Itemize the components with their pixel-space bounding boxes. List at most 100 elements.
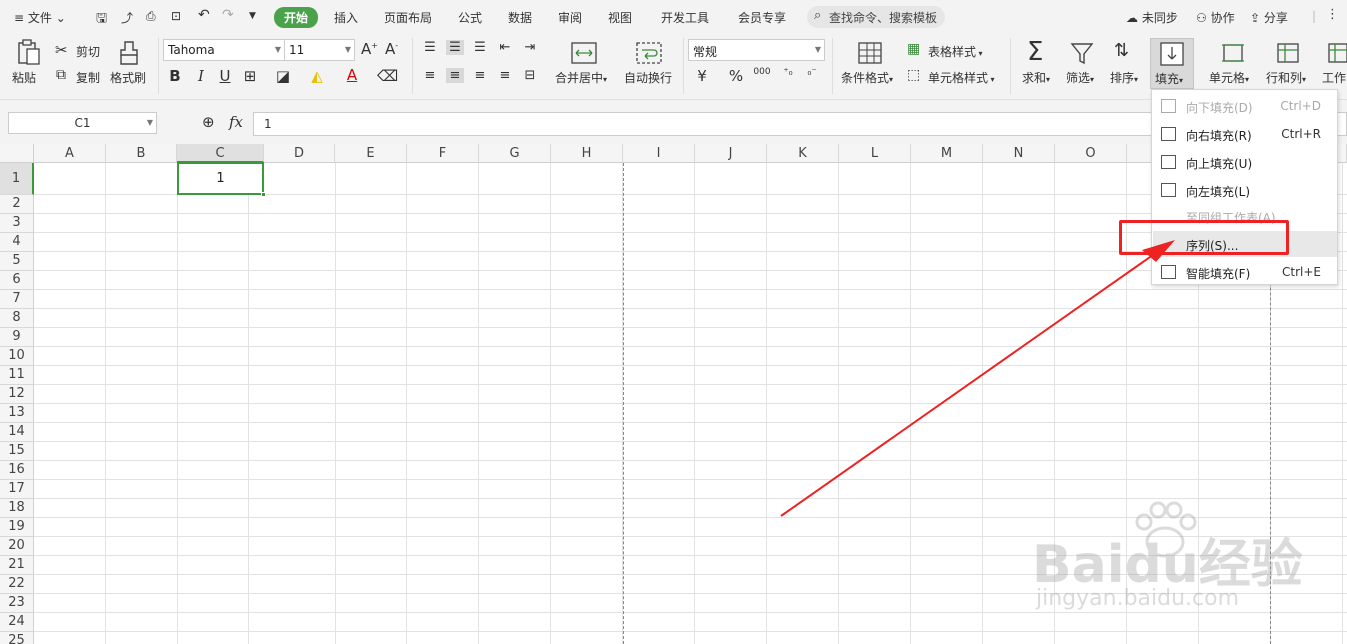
- sum-button[interactable]: 求和▾: [1022, 69, 1050, 86]
- align-bottom-icon[interactable]: ☰: [471, 40, 489, 55]
- paste-icon[interactable]: [17, 39, 41, 67]
- column-header[interactable]: L: [839, 144, 911, 163]
- quick-access-dropdown-icon[interactable]: ▼: [249, 11, 256, 21]
- eraser-icon[interactable]: ⌫: [377, 67, 398, 85]
- row-header[interactable]: 2: [0, 195, 34, 214]
- fill-right-item[interactable]: 向右填充(R) Ctrl+R: [1153, 121, 1337, 147]
- cell-style-button[interactable]: 单元格样式 ▾: [928, 69, 995, 86]
- font-name-select[interactable]: Tahoma ▼: [163, 39, 285, 61]
- share-button[interactable]: ⇪ 分享: [1250, 9, 1288, 26]
- merge-center-icon[interactable]: [571, 42, 597, 64]
- column-header[interactable]: H: [551, 144, 623, 163]
- row-header[interactable]: 20: [0, 537, 34, 556]
- filter-button[interactable]: 筛选▾: [1066, 69, 1094, 86]
- zoom-search-icon[interactable]: ⊕: [202, 113, 215, 131]
- row-header[interactable]: 22: [0, 575, 34, 594]
- sort-button[interactable]: 排序▾: [1110, 69, 1138, 86]
- tab-home[interactable]: 开始: [274, 7, 319, 28]
- column-header[interactable]: C: [177, 144, 264, 163]
- distribute-icon[interactable]: ⊟: [521, 68, 539, 83]
- increase-decimal-icon[interactable]: ⁺₀: [779, 67, 797, 78]
- tab-formulas[interactable]: 公式: [458, 9, 482, 26]
- column-header[interactable]: I: [623, 144, 695, 163]
- row-header[interactable]: 23: [0, 594, 34, 613]
- row-header[interactable]: 3: [0, 214, 34, 233]
- underline-button[interactable]: U: [216, 67, 234, 85]
- tab-page-layout[interactable]: 页面布局: [384, 9, 432, 26]
- fill-left-item[interactable]: 向左填充(L): [1153, 177, 1337, 203]
- indent-increase-icon[interactable]: ⇥: [521, 40, 539, 55]
- indent-decrease-icon[interactable]: ⇤: [496, 40, 514, 55]
- align-center-icon[interactable]: ≡: [446, 68, 464, 83]
- row-header[interactable]: 14: [0, 423, 34, 442]
- sort-icon[interactable]: ⇅: [1114, 40, 1129, 61]
- thousands-button[interactable]: 000: [752, 67, 772, 77]
- copy-icon[interactable]: ⧉: [56, 67, 66, 83]
- font-size-select[interactable]: 11 ▼: [284, 39, 355, 61]
- flash-fill-item[interactable]: 智能填充(F) Ctrl+E: [1153, 259, 1337, 285]
- rows-cols-icon[interactable]: [1276, 42, 1300, 64]
- increase-font-icon[interactable]: A+: [361, 40, 378, 58]
- row-header[interactable]: 9: [0, 328, 34, 347]
- tab-data[interactable]: 数据: [508, 9, 532, 26]
- decrease-font-icon[interactable]: A-: [385, 40, 398, 58]
- undo-icon[interactable]: ↶: [198, 7, 210, 23]
- align-left-icon[interactable]: ≡: [421, 68, 439, 83]
- tab-review[interactable]: 审阅: [558, 9, 582, 26]
- tab-insert[interactable]: 插入: [334, 9, 358, 26]
- column-header[interactable]: E: [335, 144, 407, 163]
- copy-button[interactable]: 复制: [76, 69, 100, 86]
- row-header[interactable]: 18: [0, 499, 34, 518]
- save-icon[interactable]: 🖫: [96, 9, 107, 31]
- sync-status[interactable]: ☁ 未同步: [1126, 9, 1178, 26]
- worksheet-button[interactable]: 工作: [1322, 69, 1346, 86]
- cell-style-icon[interactable]: ⬚: [907, 67, 920, 83]
- row-header[interactable]: 8: [0, 309, 34, 328]
- collab-button[interactable]: ⚇ 协作: [1196, 9, 1235, 26]
- column-header[interactable]: G: [479, 144, 551, 163]
- fill-button[interactable]: 填充▾: [1150, 38, 1194, 89]
- justify-icon[interactable]: ≡: [496, 68, 514, 83]
- filter-icon[interactable]: [1070, 42, 1094, 66]
- merge-center-button[interactable]: 合并居中▾: [555, 69, 607, 86]
- column-header[interactable]: A: [34, 144, 106, 163]
- row-header[interactable]: 17: [0, 480, 34, 499]
- row-header[interactable]: 16: [0, 461, 34, 480]
- print-preview-icon[interactable]: ⊡: [171, 9, 181, 23]
- cut-button[interactable]: 剪切: [76, 43, 100, 60]
- table-style-button[interactable]: 表格样式 ▾: [928, 43, 983, 60]
- fill-style-icon[interactable]: ◪: [274, 67, 292, 85]
- row-header[interactable]: 11: [0, 366, 34, 385]
- rows-cols-button[interactable]: 行和列▾: [1266, 69, 1306, 86]
- redo-icon[interactable]: ↷: [222, 7, 234, 23]
- row-header[interactable]: 13: [0, 404, 34, 423]
- format-painter-button[interactable]: 格式刷: [110, 69, 146, 86]
- row-header[interactable]: 15: [0, 442, 34, 461]
- row-header[interactable]: 7: [0, 290, 34, 309]
- file-menu[interactable]: ≡ 文件 ⌄: [14, 9, 66, 26]
- align-middle-icon[interactable]: ☰: [446, 40, 464, 55]
- tab-developer[interactable]: 开发工具: [661, 9, 709, 26]
- align-right-icon[interactable]: ≡: [471, 68, 489, 83]
- tab-view[interactable]: 视图: [608, 9, 632, 26]
- tab-member[interactable]: 会员专享: [738, 9, 786, 26]
- wrap-text-icon[interactable]: [636, 42, 662, 64]
- more-icon[interactable]: ⋮: [1326, 7, 1339, 22]
- column-header[interactable]: J: [695, 144, 767, 163]
- row-header[interactable]: 24: [0, 613, 34, 632]
- scissors-icon[interactable]: ✂: [55, 41, 68, 59]
- column-header[interactable]: D: [264, 144, 335, 163]
- sum-icon[interactable]: Σ: [1027, 37, 1043, 67]
- function-icon[interactable]: fx: [229, 113, 243, 131]
- share-doc-icon[interactable]: ⤴: [121, 9, 133, 26]
- currency-button[interactable]: ¥: [693, 67, 711, 85]
- decrease-decimal-icon[interactable]: ₀⁻: [803, 67, 821, 78]
- wrap-text-button[interactable]: 自动换行: [624, 69, 672, 86]
- fill-up-item[interactable]: 向上填充(U): [1153, 149, 1337, 175]
- row-header[interactable]: 4: [0, 233, 34, 252]
- table-style-icon[interactable]: ▦: [907, 41, 920, 57]
- column-header[interactable]: F: [407, 144, 479, 163]
- number-format-select[interactable]: 常规 ▼: [688, 39, 825, 61]
- format-painter-icon[interactable]: [118, 40, 140, 66]
- cells-button[interactable]: 单元格▾: [1209, 69, 1249, 86]
